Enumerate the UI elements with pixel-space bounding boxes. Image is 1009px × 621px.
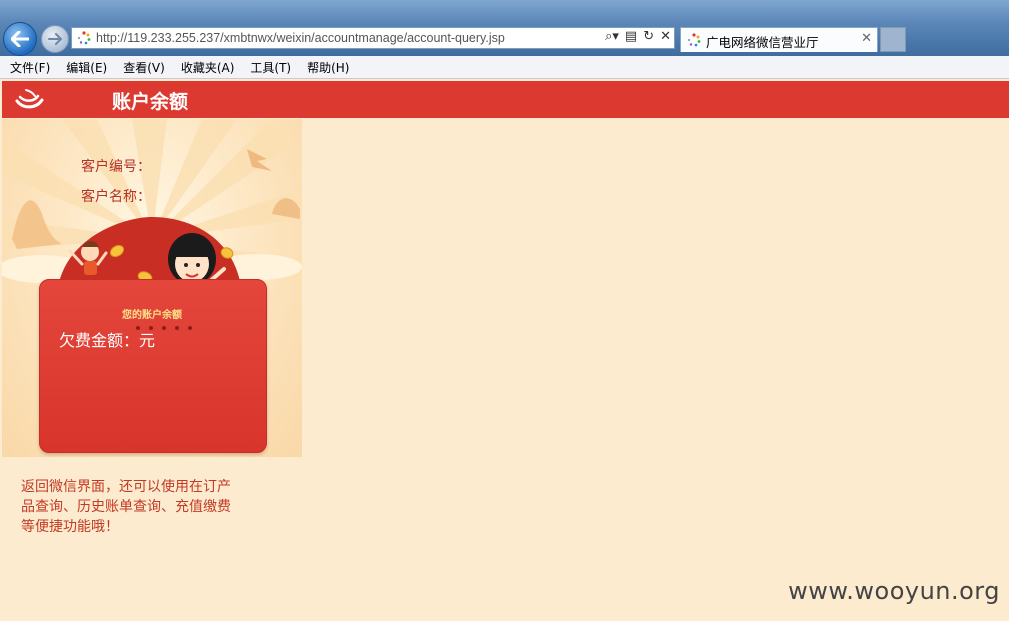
back-arrow-icon [11, 31, 29, 47]
refresh-icon[interactable]: ↻ [643, 29, 654, 44]
customer-name-label: 客户名称： [81, 189, 151, 205]
menu-file[interactable]: 文件(F) [10, 59, 50, 76]
page-header: 账户余额 [2, 81, 1009, 118]
stop-icon[interactable]: ✕ [660, 29, 671, 44]
menu-edit[interactable]: 编辑(E) [66, 59, 107, 76]
balance-panel: 客户编号： 客户名称： 您的账户余额 [2, 119, 302, 457]
tab-title: 广电网络微信营业厅 [706, 35, 819, 50]
menu-bar: 文件(F) 编辑(E) 查看(V) 收藏夹(A) 工具(T) 帮助(H) [0, 56, 1009, 79]
new-tab-button[interactable] [880, 27, 906, 52]
compat-view-icon[interactable]: ▤ [625, 29, 637, 44]
address-tools: ⌕▾ ▤ ↻ ✕ [605, 29, 671, 44]
address-url: http://119.233.255.237/xmbtnwx/weixin/ac… [96, 31, 505, 45]
arrears-amount: 欠费金额：元 [59, 331, 156, 350]
back-button[interactable] [3, 22, 37, 56]
forward-button[interactable] [41, 25, 69, 53]
wechat-hint-text: 返回微信界面，还可以使用在订产品查询、历史账单查询、充值缴费等便捷功能哦！ [21, 479, 231, 535]
forward-arrow-icon [48, 33, 62, 45]
page-loading-icon [77, 31, 91, 45]
browser-titlebar: http://119.233.255.237/xmbtnwx/weixin/ac… [0, 0, 1009, 56]
address-bar[interactable]: http://119.233.255.237/xmbtnwx/weixin/ac… [71, 27, 675, 49]
tab-favicon-icon [687, 33, 701, 47]
tower-silhouette [12, 200, 62, 249]
tab-close-icon[interactable]: ✕ [861, 31, 872, 46]
customer-id-label: 客户编号： [81, 159, 151, 175]
menu-help[interactable]: 帮助(H) [307, 59, 349, 76]
web-page: 账户余额 客户编号： 客户名称： 您的账户余额 欠费金额：元 返回微信界面，还可… [0, 79, 1009, 621]
brand-logo-icon [15, 89, 44, 109]
menu-tools[interactable]: 工具(T) [250, 59, 291, 76]
search-icon[interactable]: ⌕▾ [605, 29, 619, 44]
balance-card: 您的账户余额 [39, 279, 267, 453]
watermark-text: www.wooyun.org [788, 577, 1000, 605]
browser-tab[interactable]: 广电网络微信营业厅 ✕ [680, 27, 878, 52]
menu-view[interactable]: 查看(V) [123, 59, 165, 76]
menu-favorites[interactable]: 收藏夹(A) [181, 59, 235, 76]
card-banner-text: 您的账户余额 [122, 310, 182, 321]
page-title: 账户余额 [112, 91, 189, 113]
